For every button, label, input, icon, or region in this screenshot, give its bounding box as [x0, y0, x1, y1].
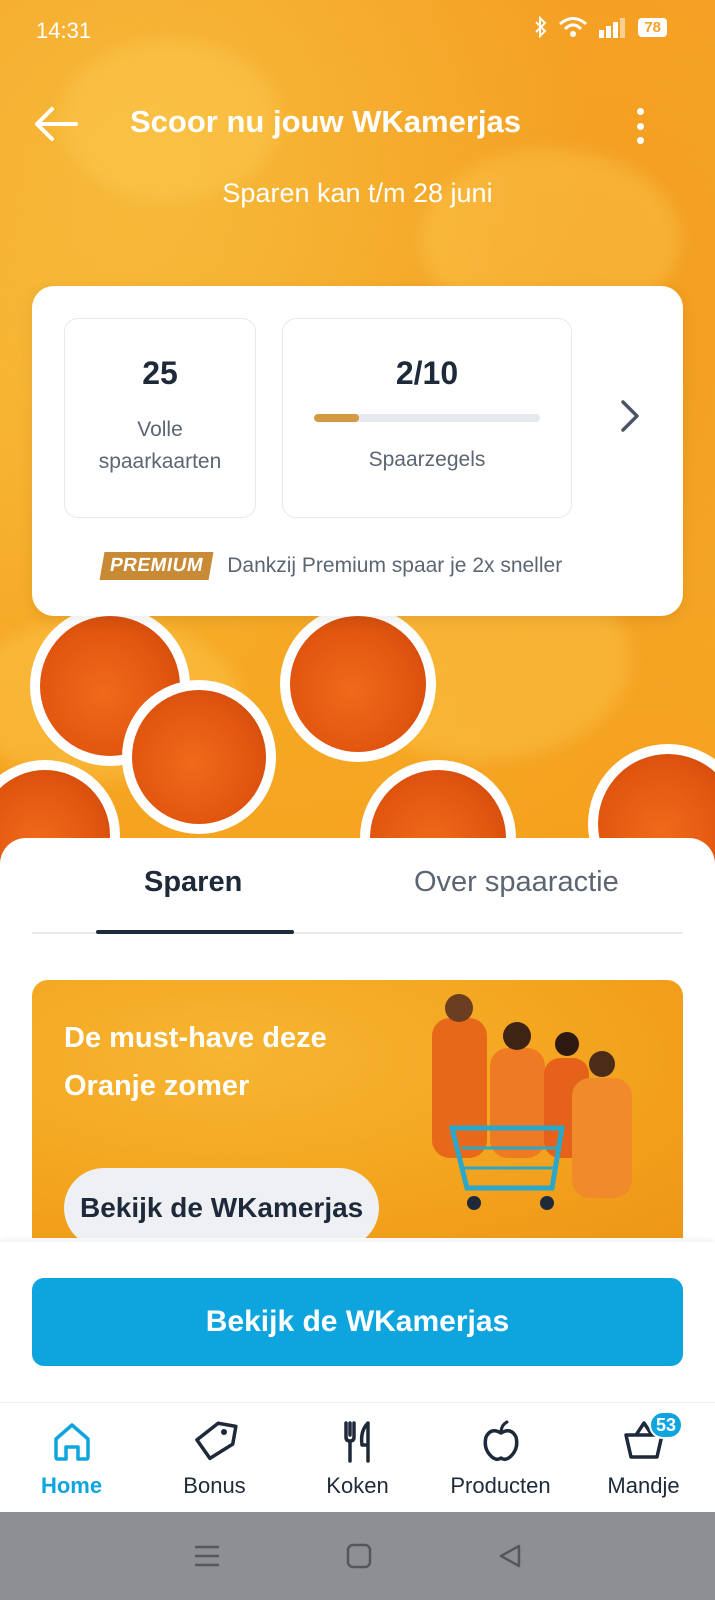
cutlery-icon: [343, 1421, 370, 1463]
tab-bar: Sparen Over spaaractie: [32, 838, 683, 934]
promo-players-image: [432, 994, 632, 1210]
full-cards-stat: 25 Volle spaarkaarten: [64, 318, 256, 518]
nav-label-producten: Producten: [450, 1473, 551, 1498]
signal-icon: [599, 18, 626, 38]
premium-row: PREMIUM Dankzij Premium spaar je 2x snel…: [99, 552, 563, 580]
stamp-image: [280, 606, 436, 762]
tag-icon: [194, 1421, 238, 1461]
back-arrow-icon[interactable]: [34, 106, 78, 142]
status-time: 14:31: [36, 18, 92, 43]
wifi-icon: [559, 17, 588, 37]
stamps-label: Spaarzegels: [368, 448, 486, 471]
apple-icon: [483, 1420, 518, 1462]
cart-count-badge: 53: [649, 1411, 683, 1439]
home-square-icon[interactable]: [346, 1543, 372, 1569]
stats-card[interactable]: 25 Volle spaarkaarten 2/10 Spaarzegels P…: [32, 286, 683, 616]
stamps-value: 2/10: [395, 355, 459, 391]
tab-over-spaaractie[interactable]: Over spaaractie: [414, 866, 619, 899]
nav-label-bonus: Bonus: [183, 1473, 246, 1498]
nav-item-koken[interactable]: Koken: [286, 1403, 429, 1512]
chevron-right-icon[interactable]: [619, 398, 641, 434]
page-title: Scoor nu jouw WKamerjas: [130, 104, 522, 139]
premium-badge: PREMIUM: [99, 552, 214, 580]
nav-item-bonus[interactable]: Bonus: [143, 1403, 286, 1512]
nav-item-mandje[interactable]: 53 Mandje: [572, 1403, 715, 1512]
nav-label-mandje: Mandje: [607, 1473, 680, 1498]
premium-text: Dankzij Premium spaar je 2x sneller: [227, 554, 563, 577]
cta-area: Bekijk de WKamerjas: [0, 1242, 715, 1402]
status-bar: 14:31 78: [0, 0, 715, 62]
tab-sparen[interactable]: Sparen: [144, 866, 242, 899]
stamps-progress-fill: [314, 414, 360, 422]
active-tab-indicator: [96, 930, 294, 934]
promo-banner[interactable]: De must-have deze Oranje zomer Bekijk de…: [32, 980, 683, 1238]
back-triangle-icon[interactable]: [497, 1543, 523, 1569]
full-cards-label: Volle spaarkaarten: [98, 418, 222, 473]
stamps-stat: 2/10 Spaarzegels: [282, 318, 572, 518]
nav-item-producten[interactable]: Producten: [429, 1403, 572, 1512]
menu-icon[interactable]: [193, 1544, 221, 1568]
nav-label-koken: Koken: [326, 1473, 389, 1498]
stamp-image: [122, 680, 276, 834]
view-wkamerjas-button[interactable]: Bekijk de WKamerjas: [32, 1278, 683, 1366]
bottom-nav: Home Bonus Koken Producten 53 Mandje: [0, 1402, 715, 1512]
home-icon: [53, 1423, 90, 1461]
promo-title: De must-have deze Oranje zomer: [64, 1022, 327, 1102]
bluetooth-icon: [535, 16, 547, 38]
system-nav-bar: [0, 1512, 715, 1600]
stamps-progress-bar: [314, 414, 540, 422]
status-icons: 78: [534, 16, 667, 38]
promo-view-button[interactable]: Bekijk de WKamerjas: [64, 1168, 380, 1238]
more-options-icon[interactable]: [635, 108, 645, 144]
battery-indicator: 78: [638, 17, 667, 37]
page-subtitle: Sparen kan t/m 28 juni: [222, 178, 493, 208]
hero-background: 14:31 78 Scoor nu jouw WKamerjas Sparen …: [0, 0, 715, 880]
full-cards-value: 25: [142, 355, 178, 391]
nav-label-home: Home: [40, 1473, 103, 1498]
nav-item-home[interactable]: Home: [0, 1403, 143, 1512]
